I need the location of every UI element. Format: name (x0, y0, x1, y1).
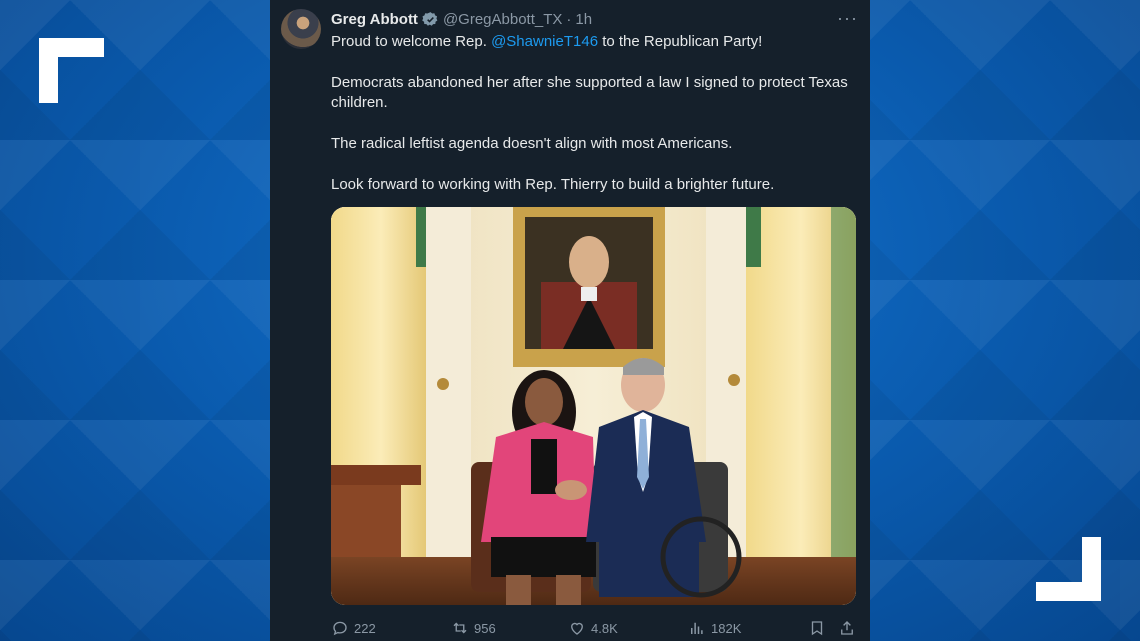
tweet-header: Greg Abbott @GregAbbott_TX · 1h (331, 9, 858, 29)
photo-illustration (331, 207, 856, 605)
retweet-icon (453, 622, 467, 634)
verified-badge-icon (422, 11, 439, 28)
tweet-paragraph-1: Proud to welcome Rep. @ShawnieT146 to th… (331, 32, 856, 52)
like-button[interactable]: 4.8K (568, 619, 618, 637)
views-icon (691, 622, 703, 634)
mention-link[interactable]: @ShawnieT146 (491, 33, 598, 50)
author-name[interactable]: Greg Abbott (331, 11, 418, 28)
reply-icon (333, 621, 347, 636)
bookmark-icon (811, 621, 823, 636)
tweet-actions: 222 956 4.8K 182K (331, 619, 858, 639)
tweet-timestamp[interactable]: 1h (575, 11, 592, 28)
share-icon (841, 621, 853, 635)
avatar[interactable] (281, 9, 321, 49)
tweet-photo[interactable] (331, 207, 856, 605)
text-segment: Proud to welcome Rep. (331, 33, 492, 50)
frame-corner-bottom-right (1036, 537, 1101, 601)
tweet-paragraph-4: Look forward to working with Rep. Thierr… (331, 176, 775, 193)
tweet-paragraph-2: Democrats abandoned her after she suppor… (331, 74, 848, 111)
frame-corner-top-left (39, 38, 104, 103)
bookmark-button[interactable] (808, 619, 826, 637)
text-segment: to the Republican Party! (598, 33, 763, 50)
more-options-button[interactable]: ··· (837, 9, 858, 27)
views-button[interactable]: 182K (688, 619, 741, 637)
tweet-paragraph-3: The radical leftist agenda doesn't align… (331, 135, 733, 152)
reply-count: 222 (354, 620, 376, 636)
header-separator: · (566, 10, 572, 28)
like-count: 4.8K (591, 620, 618, 636)
author-handle[interactable]: @GregAbbott_TX (443, 11, 562, 28)
tweet-text: Proud to welcome Rep. @ShawnieT146 to th… (331, 32, 856, 216)
like-icon (571, 622, 583, 635)
reply-button[interactable]: 222 (331, 619, 376, 637)
share-button[interactable] (838, 619, 856, 637)
view-count: 182K (711, 620, 742, 636)
retweet-count: 956 (474, 620, 496, 636)
retweet-button[interactable]: 956 (451, 619, 496, 637)
tweet-card: Greg Abbott @GregAbbott_TX · 1h ··· Prou… (270, 0, 870, 641)
